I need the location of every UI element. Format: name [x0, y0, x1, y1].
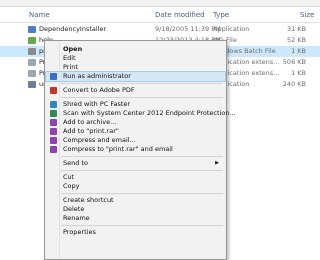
pdf-icon	[50, 87, 57, 94]
menu-separator	[61, 193, 223, 194]
file-size: 240 KB	[282, 80, 306, 88]
menu-item-label: Compress and email...	[63, 136, 136, 144]
menu-item-copy[interactable]: Copy	[46, 182, 225, 191]
menu-separator	[61, 97, 223, 98]
scan-icon	[50, 110, 57, 117]
menu-item-add-to-print-rar[interactable]: Add to "print.rar"	[46, 127, 225, 136]
app-icon	[28, 26, 36, 33]
column-header-size[interactable]: Size	[300, 11, 314, 21]
image-icon	[28, 37, 36, 44]
file-size: 1 KB	[291, 69, 306, 77]
menu-item-label: Shred with PC Faster	[63, 100, 131, 108]
menu-item-label: Properties	[63, 228, 96, 236]
menu-separator	[61, 83, 223, 84]
menu-item-label: Convert to Adobe PDF	[63, 86, 135, 94]
chevron-right-icon: ▶	[215, 160, 219, 166]
context-menu: Open Edit Print Run as administrator Convert…	[44, 40, 236, 260]
menu-item-delete[interactable]: Delete	[46, 205, 225, 214]
menu-item-edit[interactable]: Edit	[46, 54, 225, 63]
menu-separator	[61, 225, 223, 226]
menu-item-label: Run as administrator	[63, 72, 131, 80]
menu-item-label: Send to	[63, 159, 88, 167]
shred-icon	[50, 101, 57, 108]
menu-item-open[interactable]: Open	[46, 45, 225, 54]
menu-item-add-to-archive[interactable]: Add to archive...	[46, 118, 225, 127]
menu-item-compress-and-email[interactable]: Compress and email...	[46, 136, 225, 145]
menu-item-label: Edit	[63, 54, 76, 62]
menu-item-label: Rename	[63, 214, 90, 222]
dll-icon	[28, 70, 36, 77]
menu-item-create-shortcut[interactable]: Create shortcut	[46, 196, 225, 205]
file-date: 9/18/2005 11:39 PM	[155, 25, 221, 33]
menu-item-scan-with-system-center-2012-endpoint-protection[interactable]: Scan with System Center 2012 Endpoint Pr…	[46, 109, 236, 118]
menu-item-label: Open	[63, 45, 83, 53]
file-size: 52 KB	[286, 36, 306, 44]
archive-icon	[50, 146, 57, 153]
dll-icon	[28, 59, 36, 66]
menu-item-shred-with-pc-faster[interactable]: Shred with PC Faster	[46, 100, 225, 109]
menu-item-label: Add to "print.rar"	[63, 127, 119, 135]
menu-item-print[interactable]: Print	[46, 63, 225, 72]
menu-item-label: Cut	[63, 173, 75, 181]
column-header-date[interactable]: Date modified	[155, 11, 205, 21]
menu-item-label: Add to archive...	[63, 118, 117, 126]
archive-icon	[50, 128, 57, 135]
column-header-name[interactable]: Name	[29, 11, 50, 21]
menu-item-label: Create shortcut	[63, 196, 114, 204]
column-header-type[interactable]: Type	[213, 11, 229, 21]
menu-item-run-as-administrator[interactable]: Run as administrator	[45, 71, 226, 82]
file-size: 506 KB	[282, 58, 306, 66]
menu-item-label: Scan with System Center 2012 Endpoint Pr…	[63, 109, 236, 117]
menu-item-compress-to-print-rar-and-email[interactable]: Compress to "print.rar" and email	[46, 145, 225, 154]
file-type: Application	[213, 25, 250, 33]
menu-separator	[61, 156, 223, 157]
file-row[interactable]: DependencyInstaller 9/18/2005 11:39 PM App…	[0, 24, 320, 35]
menu-item-rename[interactable]: Rename	[46, 214, 225, 223]
menu-item-send-to[interactable]: Send to ▶	[46, 159, 225, 168]
menu-item-cut[interactable]: Cut	[46, 173, 225, 182]
shield-icon	[50, 73, 57, 80]
menu-item-label: Copy	[63, 182, 80, 190]
file-name: DependencyInstaller	[39, 25, 107, 33]
batch-file-icon	[28, 48, 36, 55]
menu-item-properties[interactable]: Properties	[46, 228, 225, 237]
menu-item-label: Print	[63, 63, 78, 71]
archive-icon	[50, 137, 57, 144]
menu-item-label: Compress to "print.rar" and email	[63, 145, 173, 153]
archive-icon	[50, 119, 57, 126]
file-size: 1 KB	[291, 47, 306, 55]
file-size: 31 KB	[286, 25, 306, 33]
menu-item-label: Delete	[63, 205, 85, 213]
header-divider	[0, 22, 320, 23]
app-icon	[28, 81, 36, 88]
menu-separator	[61, 170, 223, 171]
folder-path-strip	[0, 0, 320, 7]
menu-item-convert-to-adobe-pdf[interactable]: Convert to Adobe PDF	[46, 86, 225, 95]
